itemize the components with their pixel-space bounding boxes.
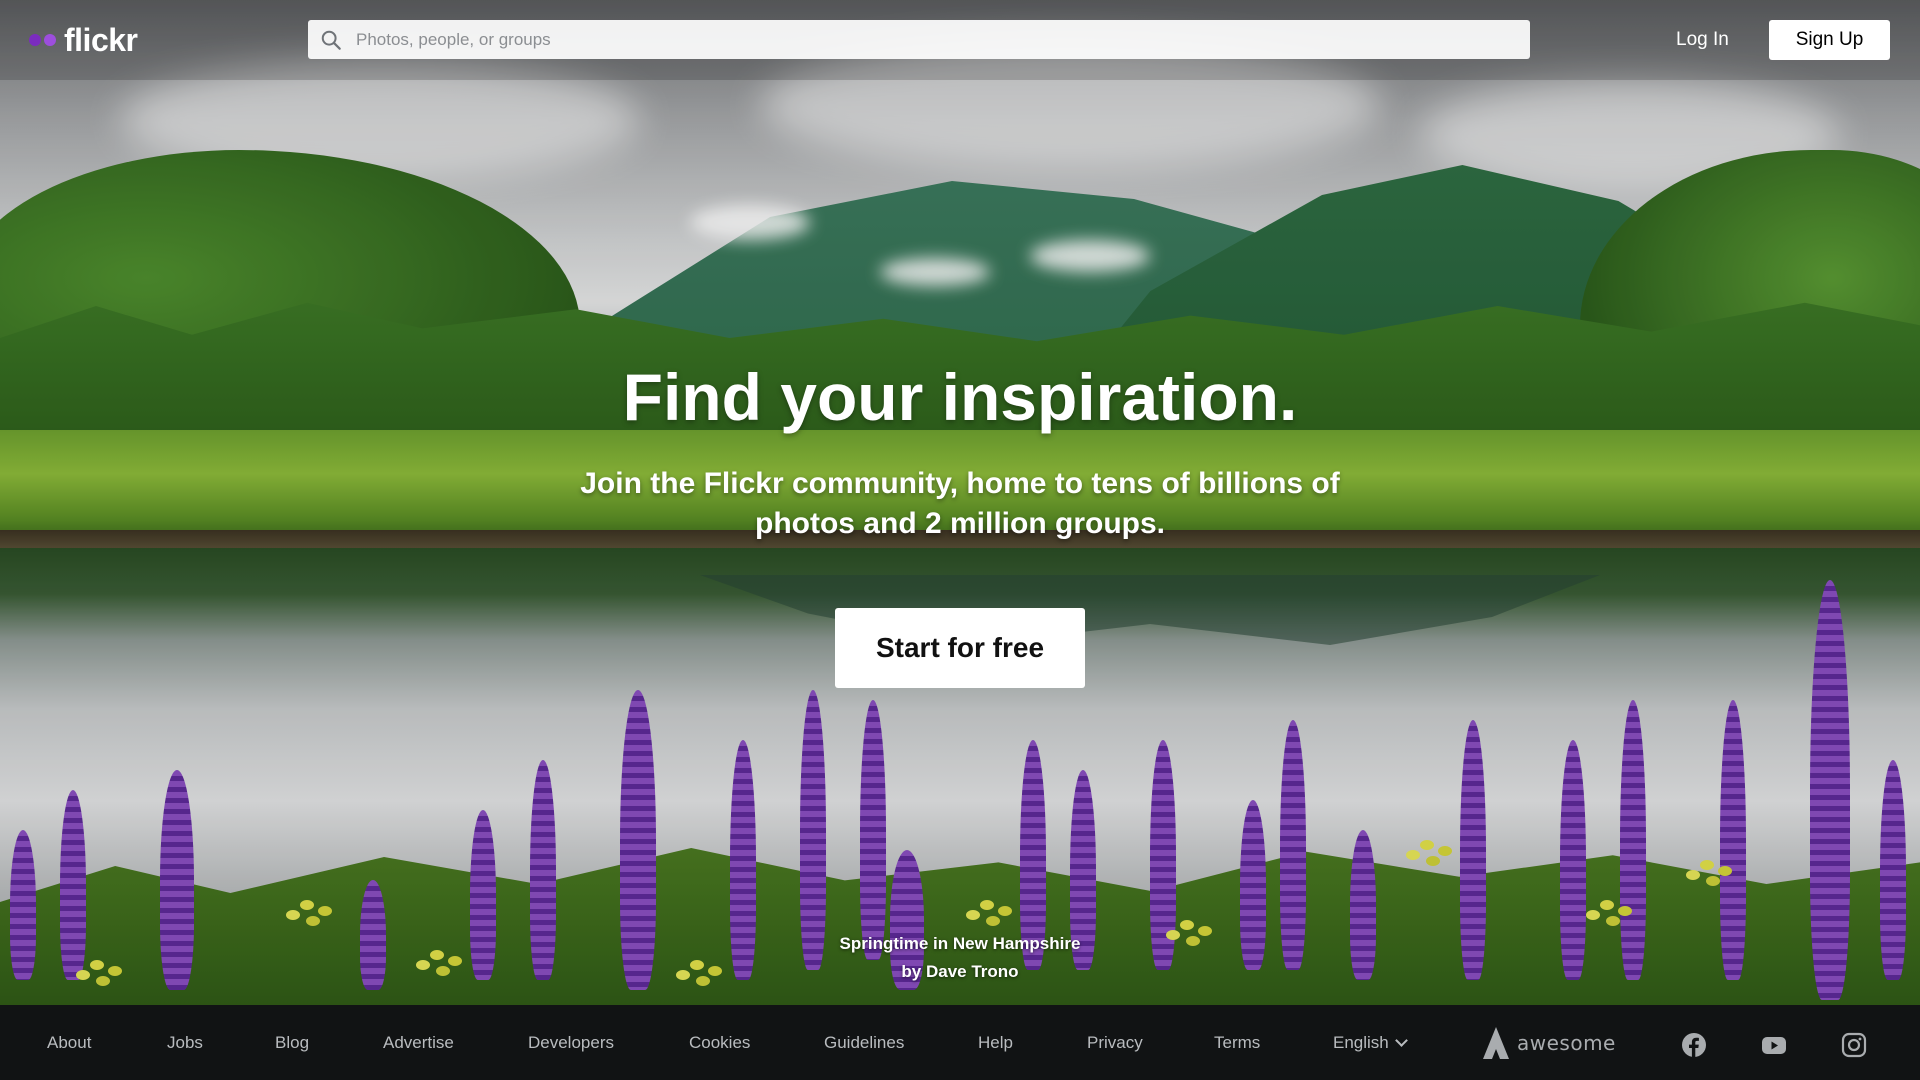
hero-subheadline: Join the Flickr community, home to tens … (580, 467, 1340, 540)
search-icon (321, 30, 341, 50)
footer-link-jobs[interactable]: Jobs (167, 1031, 203, 1055)
login-link[interactable]: Log In (1676, 26, 1729, 54)
language-selector[interactable]: English (1333, 1031, 1408, 1055)
chevron-down-icon (1394, 1034, 1408, 1047)
youtube-icon[interactable] (1761, 1032, 1787, 1058)
flickr-logo[interactable]: flickr (29, 18, 138, 62)
footer-link-terms[interactable]: Terms (1214, 1031, 1260, 1055)
signup-button[interactable]: Sign Up (1769, 20, 1890, 60)
logo-dot-icon (44, 34, 56, 46)
awesome-wordmark: awesome (1517, 1031, 1616, 1055)
footer-link-developers[interactable]: Developers (528, 1031, 614, 1055)
photo-author[interactable]: by Dave Trono (760, 958, 1160, 986)
logo-dot-icon (29, 34, 41, 46)
footer-link-cookies[interactable]: Cookies (689, 1031, 750, 1055)
language-label: English (1333, 1033, 1389, 1052)
footer-link-guidelines[interactable]: Guidelines (824, 1031, 904, 1055)
footer: About Jobs Blog Advertise Developers Coo… (0, 1005, 1920, 1080)
start-for-free-button[interactable]: Start for free (835, 608, 1085, 688)
search-bar (308, 20, 1530, 59)
awesome-a-icon (1483, 1027, 1509, 1059)
flickr-landing-page: flickr Log In Sign Up Find your inspirat… (0, 0, 1920, 1080)
facebook-icon[interactable] (1681, 1032, 1707, 1058)
search-input[interactable] (354, 28, 1518, 51)
photo-title[interactable]: Springtime in New Hampshire (760, 930, 1160, 958)
footer-link-privacy[interactable]: Privacy (1087, 1031, 1143, 1055)
footer-link-advertise[interactable]: Advertise (383, 1031, 454, 1055)
top-navigation: flickr Log In Sign Up (0, 0, 1920, 80)
photo-credit[interactable]: Springtime in New Hampshire by Dave Tron… (760, 930, 1160, 986)
footer-link-about[interactable]: About (47, 1031, 91, 1055)
hero-headline: Find your inspiration. (622, 360, 1298, 434)
instagram-icon[interactable] (1841, 1032, 1867, 1058)
footer-link-blog[interactable]: Blog (275, 1031, 309, 1055)
logo-wordmark: flickr (64, 22, 138, 58)
awesome-logo[interactable]: awesome (1481, 1025, 1616, 1061)
footer-link-help[interactable]: Help (978, 1031, 1013, 1055)
